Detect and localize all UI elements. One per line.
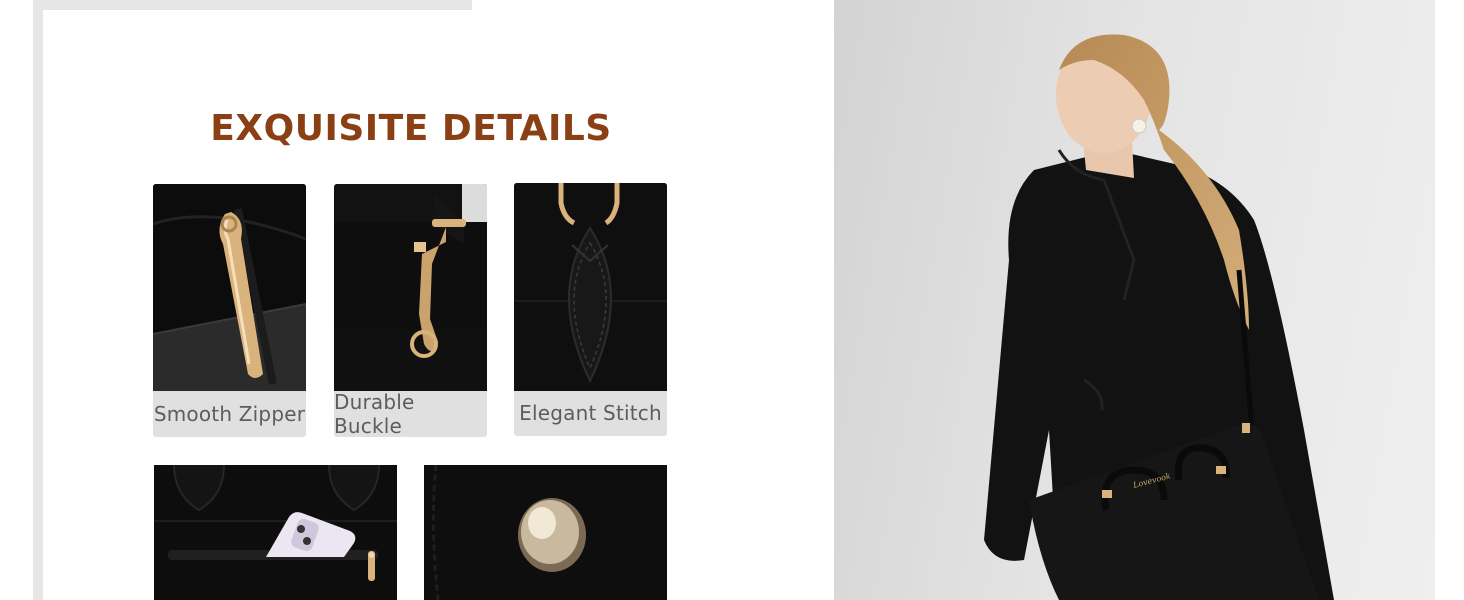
stitch-photo [514, 183, 667, 391]
buckle-photo [334, 184, 487, 391]
feature-card-buckle: Durable Buckle [334, 184, 487, 437]
frame-top-border [33, 0, 472, 10]
frame-left-border [33, 0, 43, 600]
detail-photo-stud [424, 465, 667, 600]
feature-label: Durable Buckle [334, 390, 415, 437]
metal-stud-icon [518, 498, 586, 572]
feature-label: Smooth Zipper [153, 402, 306, 426]
zipper-pull-icon [368, 551, 375, 581]
model-photo: Lovevook [834, 0, 1435, 600]
feature-card-zipper: Smooth Zipper [153, 184, 306, 437]
feature-card-stitch: Elegant Stitch [514, 183, 667, 436]
feature-label: Elegant Stitch [519, 401, 662, 425]
zipper-photo [153, 184, 306, 391]
detail-photo-pocket [154, 465, 397, 600]
section-title: EXQUISITE DETAILS [210, 108, 612, 149]
